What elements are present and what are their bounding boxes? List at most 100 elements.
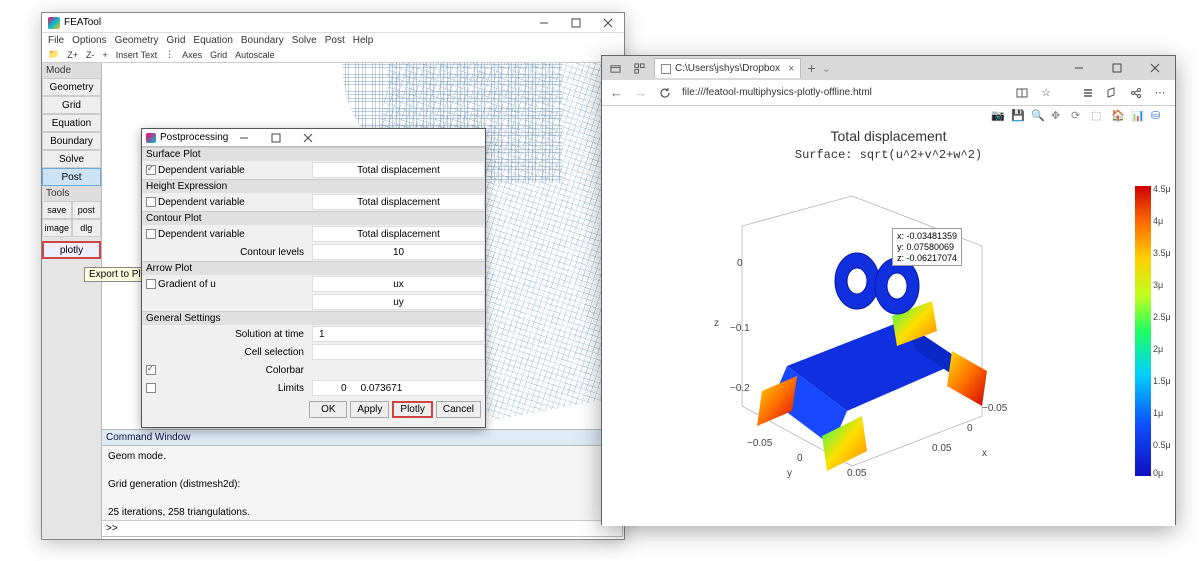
share-icon[interactable] <box>1129 86 1143 100</box>
mode-geometry[interactable]: Geometry <box>42 78 101 96</box>
more-icon[interactable]: ⋯ <box>1153 86 1167 100</box>
favorite-icon[interactable]: ☆ <box>1039 86 1053 100</box>
post-minimize-button[interactable] <box>228 129 260 147</box>
mode-post[interactable]: Post <box>42 168 101 186</box>
turntable-icon[interactable]: ⬚ <box>1091 109 1105 123</box>
browser-close-button[interactable] <box>1139 59 1171 77</box>
menu-options[interactable]: Options <box>72 35 106 46</box>
tab-chevron-icon[interactable]: ⌄ <box>822 62 831 75</box>
refresh-button[interactable] <box>658 86 672 100</box>
mode-grid[interactable]: Grid <box>42 96 101 114</box>
tool-post[interactable]: post <box>72 201 102 219</box>
post-dialog-titlebar: Postprocessing <box>142 129 485 147</box>
browser-window: C:\Users\jshys\Dropbox × + ⌄ ← → file://… <box>601 55 1176 525</box>
maximize-button[interactable] <box>560 14 592 32</box>
hub-icon[interactable] <box>1081 86 1095 100</box>
forward-button[interactable]: → <box>634 85 648 100</box>
contour-checkbox[interactable] <box>146 229 156 239</box>
plotly-logo-icon[interactable]: ⛁ <box>1151 109 1165 123</box>
sol-time-field[interactable]: 1 <box>312 326 485 342</box>
arrow-header: Arrow Plot <box>142 261 485 275</box>
zoom-in-button[interactable]: Z+ <box>67 50 78 60</box>
menu-solve[interactable]: Solve <box>292 35 317 46</box>
mode-equation[interactable]: Equation <box>42 114 101 132</box>
menu-equation[interactable]: Equation <box>193 35 232 46</box>
arrow-ux-field[interactable]: ux <box>312 276 485 292</box>
tool-save[interactable]: save <box>42 201 72 219</box>
autoscale-button[interactable]: Autoscale <box>235 50 275 60</box>
insert-text-button[interactable]: Insert Text <box>116 50 157 60</box>
general-header: General Settings <box>142 311 485 325</box>
grid-toggle[interactable]: Grid <box>210 50 227 60</box>
tab-overview-icon[interactable] <box>630 59 648 77</box>
tab-title: C:\Users\jshys\Dropbox <box>675 63 780 74</box>
featool-menubar: File Options Geometry Grid Equation Boun… <box>42 33 624 47</box>
plus-button[interactable]: + <box>102 50 107 60</box>
save-icon[interactable]: 💾 <box>1011 109 1025 123</box>
colorbar-checkbox[interactable] <box>146 365 156 375</box>
limits-checkbox[interactable] <box>146 383 156 393</box>
z-tick-2: −0.2 <box>730 383 750 394</box>
camera-icon[interactable]: 📷 <box>991 109 1005 123</box>
tool-dlg[interactable]: dlg <box>72 219 102 237</box>
contour-levels-field[interactable]: 10 <box>312 244 485 260</box>
minimize-button[interactable] <box>528 14 560 32</box>
plotly-button[interactable]: Plotly <box>392 401 432 418</box>
mode-solve[interactable]: Solve <box>42 150 101 168</box>
pan-icon[interactable]: ✥ <box>1051 109 1065 123</box>
plot-title: Total displacement <box>602 128 1175 144</box>
tab-close-icon[interactable]: × <box>788 63 794 75</box>
cbar-tick: 3.5μ <box>1153 248 1171 258</box>
contour-dep-var-label: Dependent variable <box>158 229 245 240</box>
browser-minimize-button[interactable] <box>1063 59 1095 77</box>
tab-recent-icon[interactable] <box>606 59 624 77</box>
height-value-field[interactable]: Total displacement <box>312 194 485 210</box>
browser-tab[interactable]: C:\Users\jshys\Dropbox × <box>654 58 801 78</box>
surface-checkbox[interactable] <box>146 165 156 175</box>
contour-header: Contour Plot <box>142 211 485 225</box>
surface-dep-var-label: Dependent variable <box>158 165 245 176</box>
zoom-out-button[interactable]: Z- <box>86 50 95 60</box>
url-field[interactable]: file:///featool-multiphysics-plotly-offl… <box>682 87 1005 98</box>
reset-camera-icon[interactable]: 🏠 <box>1111 109 1125 123</box>
apply-button[interactable]: Apply <box>350 401 389 418</box>
back-button[interactable]: ← <box>610 85 624 100</box>
close-button[interactable] <box>592 14 624 32</box>
menu-boundary[interactable]: Boundary <box>241 35 284 46</box>
menu-grid[interactable]: Grid <box>167 35 186 46</box>
menu-help[interactable]: Help <box>353 35 374 46</box>
orbit-icon[interactable]: ⟳ <box>1071 109 1085 123</box>
mode-boundary[interactable]: Boundary <box>42 132 101 150</box>
menu-post[interactable]: Post <box>325 35 345 46</box>
post-close-button[interactable] <box>292 129 324 147</box>
plotly-export-button[interactable]: plotly <box>42 241 101 259</box>
notes-icon[interactable] <box>1105 86 1119 100</box>
arrow-uy-field[interactable]: uy <box>312 294 485 310</box>
arrow-checkbox[interactable] <box>146 279 156 289</box>
contour-value-field[interactable]: Total displacement <box>312 226 485 242</box>
new-tab-button[interactable]: + <box>807 60 815 76</box>
cancel-button[interactable]: Cancel <box>436 401 481 418</box>
browser-maximize-button[interactable] <box>1101 59 1133 77</box>
folder-icon[interactable]: 📁 <box>48 49 59 60</box>
surface-plot-header: Surface Plot <box>142 147 485 161</box>
featool-title: FEATool <box>64 17 101 28</box>
post-maximize-button[interactable] <box>260 129 292 147</box>
reading-view-icon[interactable] <box>1015 86 1029 100</box>
ok-button[interactable]: OK <box>309 401 347 418</box>
cbar-tick: 4.5μ <box>1153 184 1171 194</box>
command-window-input[interactable]: >> <box>102 520 622 536</box>
cell-sel-field[interactable] <box>312 344 485 360</box>
hover-closest-icon[interactable]: 📊 <box>1131 109 1145 123</box>
menu-file[interactable]: File <box>48 35 64 46</box>
zoom-icon[interactable]: 🔍 <box>1031 109 1045 123</box>
menu-geometry[interactable]: Geometry <box>115 35 159 46</box>
tool-image[interactable]: image <box>42 219 72 237</box>
tools-section-label: Tools <box>42 186 101 201</box>
surface-value-field[interactable]: Total displacement <box>312 162 485 178</box>
height-dep-var-label: Dependent variable <box>158 197 245 208</box>
axes-toggle[interactable]: Axes <box>182 50 202 60</box>
plot-area[interactable]: Total displacement Surface: sqrt(u^2+v^2… <box>602 128 1175 526</box>
limits-field[interactable]: 00.073671 <box>312 380 485 396</box>
height-checkbox[interactable] <box>146 197 156 207</box>
